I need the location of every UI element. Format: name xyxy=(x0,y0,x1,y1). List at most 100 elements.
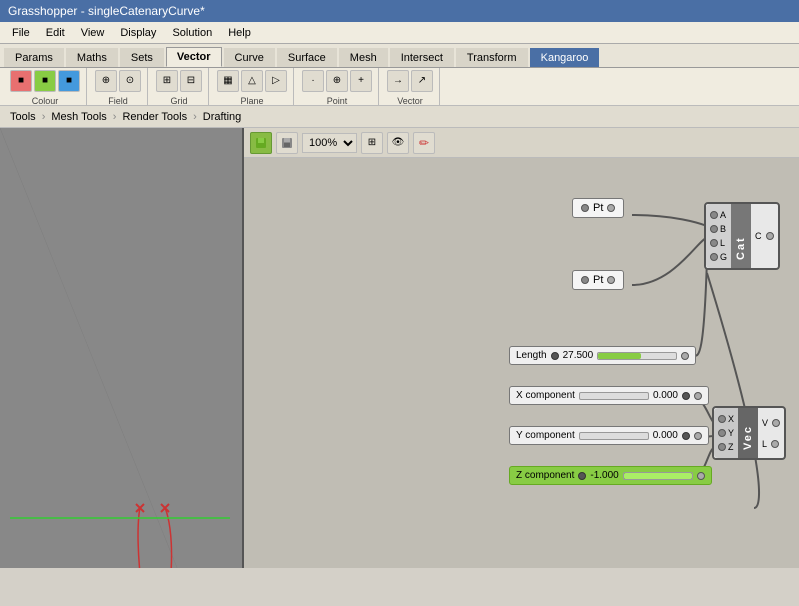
y-out-port xyxy=(694,432,702,440)
length-slider[interactable]: Length 27.500 xyxy=(509,346,696,365)
gh-canvas[interactable]: 100% 75% 150% ⊞ 👁 ✏ xyxy=(244,128,799,568)
x-out-port xyxy=(694,392,702,400)
tab-intersect[interactable]: Intersect xyxy=(390,48,454,67)
cat-out-port xyxy=(766,232,774,240)
viewport-left: Perspective ▾ X Y Z xyxy=(0,128,244,568)
colour-icon-2[interactable]: ■ xyxy=(34,70,56,92)
tab-kangaroo[interactable]: Kangaroo xyxy=(530,48,600,67)
menu-view[interactable]: View xyxy=(73,25,113,41)
vec-port-V-out xyxy=(772,419,780,427)
breadcrumb-tools[interactable]: Tools xyxy=(4,110,42,124)
menu-file[interactable]: File xyxy=(4,25,38,41)
pt2-out-port xyxy=(607,276,615,284)
vector-label: Vector xyxy=(381,96,439,106)
tab-vector[interactable]: Vector xyxy=(166,47,222,67)
y-value: 0.000 xyxy=(653,430,678,441)
canvas-area[interactable]: Pt Pt A B xyxy=(244,158,799,568)
y-component-slider[interactable]: Y component 0.000 xyxy=(509,426,709,445)
eye-btn[interactable]: 👁 xyxy=(387,132,409,154)
vector-icon-1[interactable]: → xyxy=(387,70,409,92)
tab-surface[interactable]: Surface xyxy=(277,48,337,67)
tab-maths[interactable]: Maths xyxy=(66,48,118,67)
pt-node-1[interactable]: Pt xyxy=(572,198,624,218)
vec-port-X xyxy=(718,415,726,423)
field-icon-2[interactable]: ⊙ xyxy=(119,70,141,92)
zoom-select[interactable]: 100% 75% 150% xyxy=(302,133,357,153)
grid-icon-2[interactable]: ⊟ xyxy=(180,70,202,92)
zoom-fit-btn[interactable]: ⊞ xyxy=(361,132,383,154)
z-component-slider[interactable]: Z component -1.000 xyxy=(509,466,712,485)
x-component-slider[interactable]: X component 0.000 xyxy=(509,386,709,405)
z-track[interactable] xyxy=(623,472,693,480)
cat-input-G: G xyxy=(706,250,731,264)
point-group: · ⊕ + Point xyxy=(296,68,379,106)
pt-node-2[interactable]: Pt xyxy=(572,270,624,290)
grid-label: Grid xyxy=(150,96,208,106)
pt2-in-port xyxy=(581,276,589,284)
length-track[interactable] xyxy=(597,352,677,360)
vec-port-Y xyxy=(718,429,726,437)
tab-sets[interactable]: Sets xyxy=(120,48,164,67)
vector-icon-2[interactable]: ↗ xyxy=(411,70,433,92)
pt1-label: Pt xyxy=(593,202,603,214)
breadcrumb-drafting[interactable]: Drafting xyxy=(197,110,248,124)
vec-label: Vec xyxy=(738,408,758,458)
cat-node[interactable]: A B L G Cat xyxy=(704,202,780,270)
length-slider-dot[interactable] xyxy=(551,352,559,360)
plane-label: Plane xyxy=(211,96,293,106)
length-label: Length xyxy=(516,350,547,361)
title-text: Grasshopper - singleCatenaryCurve* xyxy=(8,4,205,18)
vec-port-L-out xyxy=(771,440,779,448)
pen-btn[interactable]: ✏ xyxy=(413,132,435,154)
x-track[interactable] xyxy=(579,392,649,400)
toolbar-tabs: Params Maths Sets Vector Curve Surface M… xyxy=(0,44,799,68)
tab-transform[interactable]: Transform xyxy=(456,48,528,67)
vec-outputs: V L xyxy=(758,408,784,458)
gh-save-btn[interactable] xyxy=(250,132,272,154)
field-icon-1[interactable]: ⊕ xyxy=(95,70,117,92)
z-fill xyxy=(624,473,692,479)
colour-icon-1[interactable]: ■ xyxy=(10,70,32,92)
vec-inputs: X Y Z xyxy=(714,408,738,458)
pt2-label: Pt xyxy=(593,274,603,286)
menu-solution[interactable]: Solution xyxy=(164,25,220,41)
point-label: Point xyxy=(296,96,378,106)
vector-group: → ↗ Vector xyxy=(381,68,440,106)
y-label: Y component xyxy=(516,430,575,441)
gh-canvas-toolbar: 100% 75% 150% ⊞ 👁 ✏ xyxy=(244,128,799,158)
y-slider-dot[interactable] xyxy=(682,432,690,440)
tab-params[interactable]: Params xyxy=(4,48,64,67)
y-track[interactable] xyxy=(579,432,649,440)
breadcrumb-mesh-tools[interactable]: Mesh Tools xyxy=(45,110,112,124)
x-value: 0.000 xyxy=(653,390,678,401)
tab-curve[interactable]: Curve xyxy=(224,48,275,67)
plane-icon-2[interactable]: △ xyxy=(241,70,263,92)
grid-icon-1[interactable]: ⊞ xyxy=(156,70,178,92)
vec-input-X: X xyxy=(714,412,738,426)
toolbar-row-1: ■ ■ ■ Colour ⊕ ⊙ Field ⊞ ⊟ Grid ▦ △ ▷ Pl… xyxy=(0,68,799,106)
cat-inputs: A B L G xyxy=(706,204,731,268)
plane-icon-3[interactable]: ▷ xyxy=(265,70,287,92)
vec-node[interactable]: X Y Z Vec V xyxy=(712,406,786,460)
menubar: File Edit View Display Solution Help xyxy=(0,22,799,44)
cat-port-G xyxy=(710,253,718,261)
cat-output: C xyxy=(751,204,778,268)
breadcrumb-render-tools[interactable]: Render Tools xyxy=(116,110,193,124)
x-label: X component xyxy=(516,390,575,401)
plane-icon-1[interactable]: ▦ xyxy=(217,70,239,92)
pt1-out-port xyxy=(607,204,615,212)
menu-edit[interactable]: Edit xyxy=(38,25,73,41)
point-icon-1[interactable]: · xyxy=(302,70,324,92)
colour-icon-3[interactable]: ■ xyxy=(58,70,80,92)
plane-group: ▦ △ ▷ Plane xyxy=(211,68,294,106)
point-icon-2[interactable]: ⊕ xyxy=(326,70,348,92)
point-icon-3[interactable]: + xyxy=(350,70,372,92)
z-slider-dot[interactable] xyxy=(578,472,586,480)
x-slider-dot[interactable] xyxy=(682,392,690,400)
tab-mesh[interactable]: Mesh xyxy=(339,48,388,67)
gh-disk-btn[interactable] xyxy=(276,132,298,154)
cat-port-L xyxy=(710,239,718,247)
menu-display[interactable]: Display xyxy=(112,25,164,41)
main-layout: Perspective ▾ X Y Z xyxy=(0,128,799,568)
menu-help[interactable]: Help xyxy=(220,25,259,41)
